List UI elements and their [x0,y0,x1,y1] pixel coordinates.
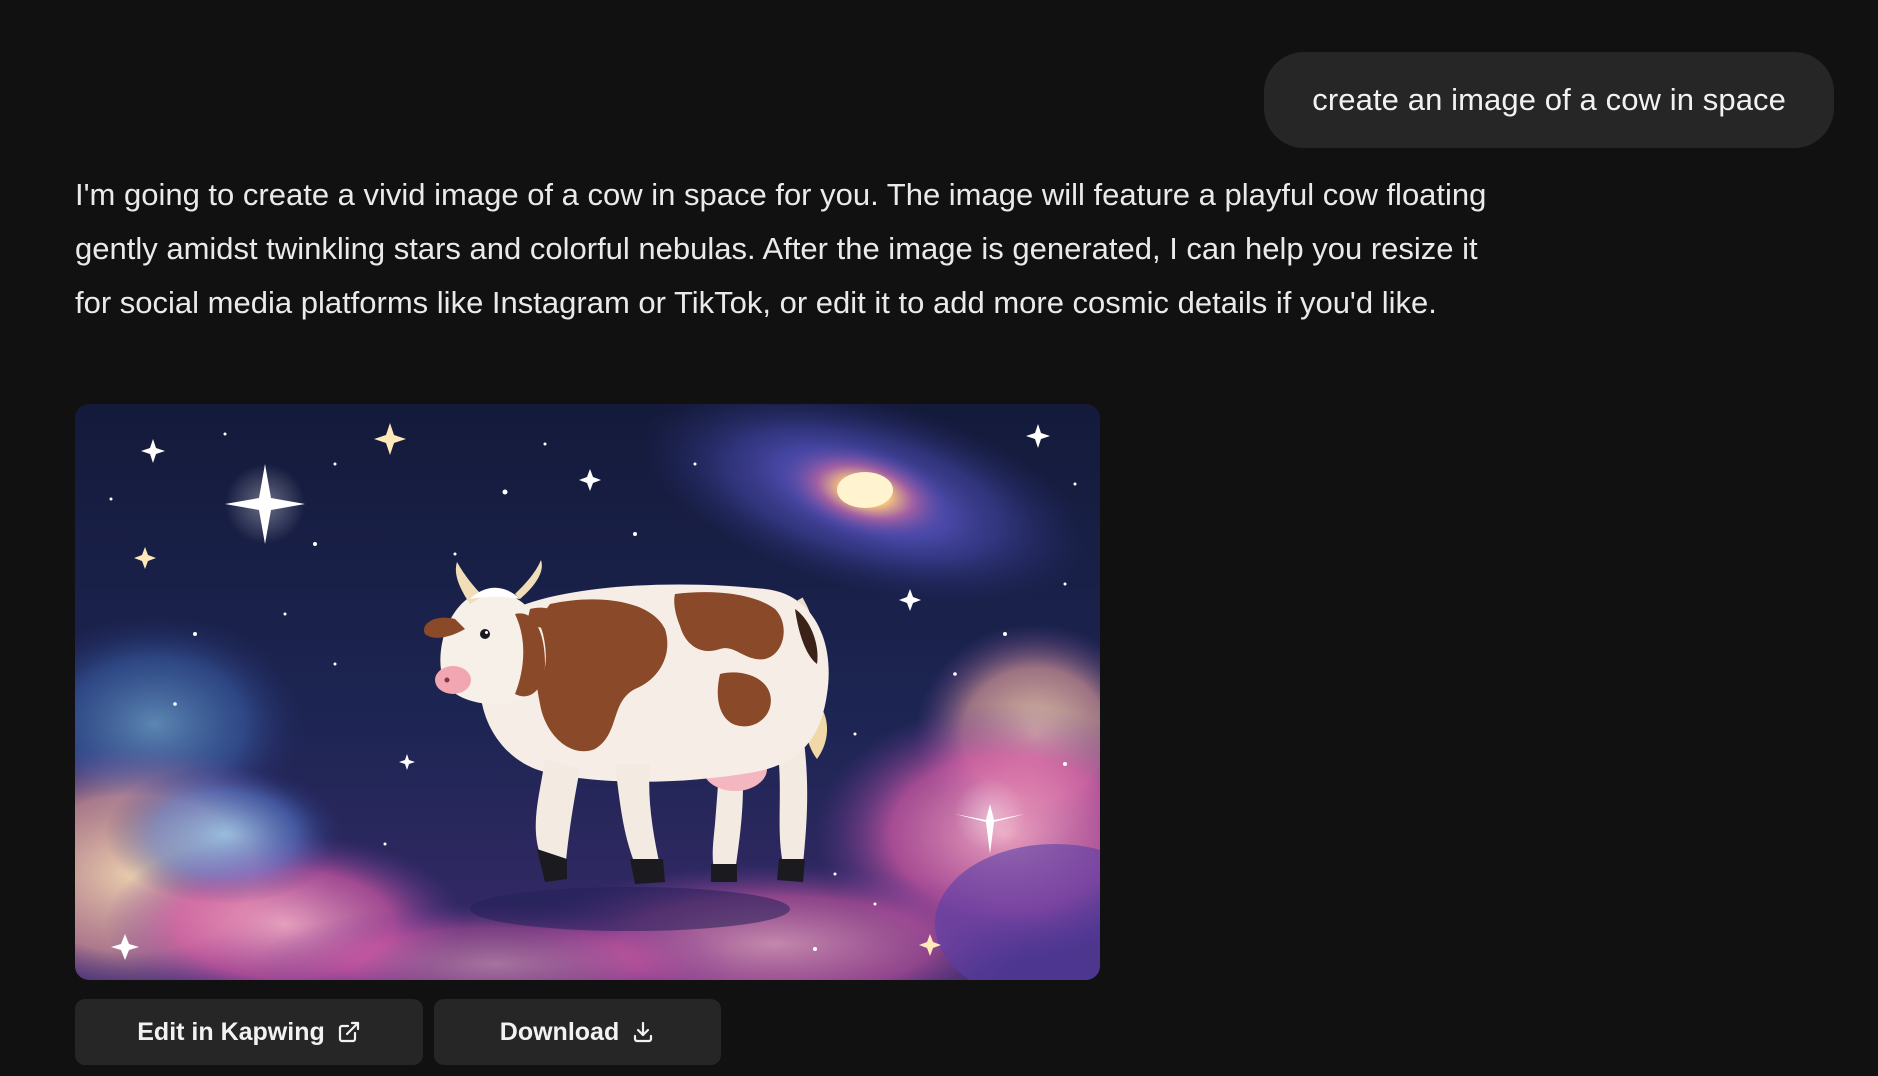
external-link-icon [337,1020,361,1044]
assistant-message-text: I'm going to create a vivid image of a c… [75,177,1487,320]
cow-shadow [470,887,790,931]
image-actions: Edit in Kapwing Download [75,999,721,1065]
edit-in-kapwing-label: Edit in Kapwing [137,1017,325,1046]
download-button[interactable]: Download [434,999,721,1065]
download-label: Download [499,1017,620,1046]
chat-page: create an image of a cow in space I'm go… [0,0,1878,1076]
user-message-text: create an image of a cow in space [1312,82,1786,117]
edit-in-kapwing-button[interactable]: Edit in Kapwing [75,999,423,1065]
generated-cow-image[interactable] [75,404,1100,980]
download-icon [631,1020,655,1044]
user-message-bubble: create an image of a cow in space [1264,52,1834,148]
